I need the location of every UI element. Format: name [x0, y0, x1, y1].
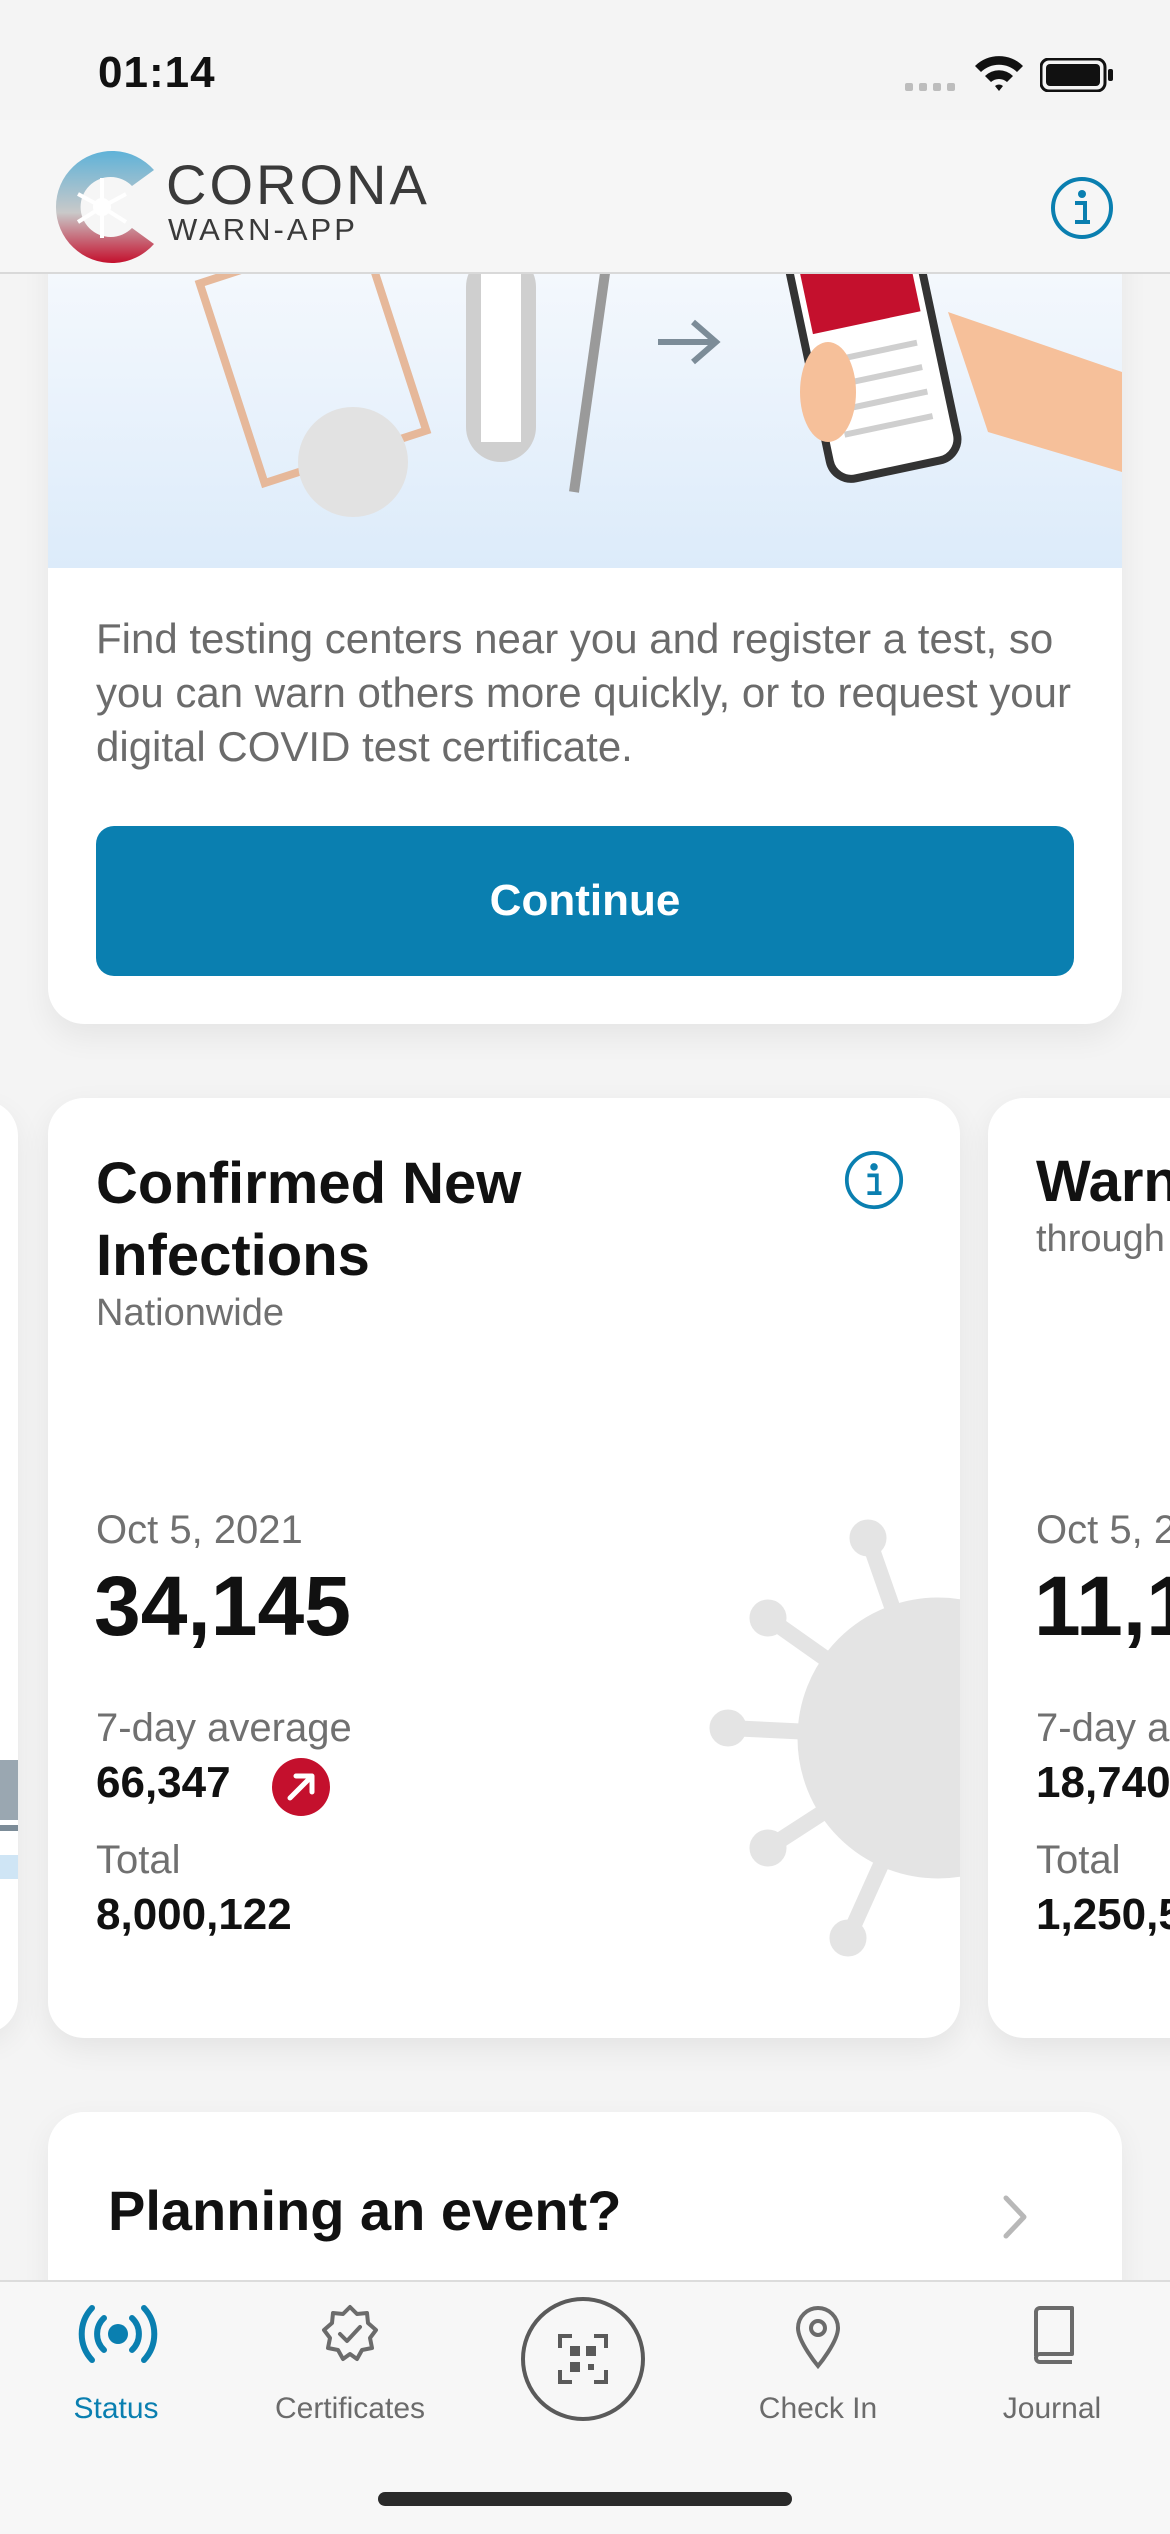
- event-card-title: Planning an event?: [108, 2179, 622, 2242]
- info-icon[interactable]: [1050, 176, 1114, 240]
- wifi-icon: [975, 56, 1023, 91]
- chevron-right-icon: [1003, 2195, 1027, 2239]
- tab-status[interactable]: Status: [16, 2282, 216, 2442]
- next-card-value: 11,1: [1034, 1559, 1170, 1653]
- previous-card-illustration: [0, 1760, 18, 1820]
- tab-label-status: Status: [73, 2392, 159, 2425]
- next-card-avg-value: 18,740: [1036, 1758, 1170, 1807]
- book-icon: [1034, 2306, 1074, 2364]
- total-value: 8,000,122: [96, 1890, 292, 1939]
- tab-certificates[interactable]: Certificates: [250, 2282, 450, 2442]
- info-icon[interactable]: [844, 1150, 904, 1210]
- next-card-title: Warn: [1036, 1149, 1170, 1214]
- tab-label-check-in: Check In: [758, 2392, 878, 2425]
- tab-label-certificates: Certificates: [274, 2392, 426, 2425]
- tab-check-in[interactable]: Check In: [718, 2282, 918, 2442]
- stats-date: Oct 5, 2021: [96, 1508, 303, 1552]
- virus-watermark-icon: [709, 1519, 960, 1957]
- logo-icon: [55, 151, 154, 263]
- tab-label-journal: Journal: [1002, 2392, 1102, 2425]
- previous-card-illustration-part: [0, 1855, 18, 1879]
- test-illustration: [48, 221, 1122, 568]
- seven-day-average-label: 7-day average: [96, 1706, 352, 1750]
- tab-journal[interactable]: Journal: [952, 2282, 1152, 2442]
- certificate-icon: [322, 2305, 378, 2361]
- next-stats-card[interactable]: Warn through Oct 5, 2 11,1 7-day a 18,74…: [988, 1098, 1170, 2038]
- test-card-description: Find testing centers near you and regist…: [96, 615, 1072, 770]
- next-card-subtitle: through: [1036, 1218, 1165, 1260]
- app-name-line2: WARN-APP: [168, 212, 358, 247]
- tab-qr-scan[interactable]: [520, 2296, 646, 2422]
- battery-icon: [1040, 58, 1113, 92]
- next-card-total-label: Total: [1036, 1838, 1121, 1882]
- status-time: 01:14: [98, 48, 216, 97]
- previous-stats-card[interactable]: [0, 1100, 18, 2034]
- next-card-avg-label: 7-day a: [1036, 1706, 1170, 1750]
- qr-scan-icon: [521, 2297, 645, 2421]
- stats-card-title: Confirmed New Infections: [96, 1151, 522, 1288]
- confirmed-infections-card[interactable]: Confirmed New Infections Nationwide Oct …: [48, 1098, 960, 2038]
- trend-up-icon: [272, 1758, 330, 1816]
- broadcast-icon: [78, 2305, 158, 2363]
- next-card-date: Oct 5, 2: [1036, 1508, 1170, 1552]
- total-label: Total: [96, 1838, 181, 1882]
- location-pin-icon: [795, 2306, 841, 2370]
- test-registration-card: Find testing centers near you and regist…: [48, 200, 1122, 1024]
- home-indicator: [378, 2492, 792, 2506]
- stats-main-value: 34,145: [94, 1559, 351, 1653]
- cellular-signal-icon: [905, 83, 955, 91]
- seven-day-average-value: 66,347: [96, 1758, 231, 1807]
- continue-button[interactable]: Continue: [96, 826, 1074, 976]
- previous-card-illustration-part: [0, 1825, 18, 1853]
- stats-card-subtitle: Nationwide: [96, 1292, 284, 1334]
- app-name-line1: CORONA: [166, 153, 430, 216]
- next-card-total-value: 1,250,5: [1036, 1890, 1170, 1939]
